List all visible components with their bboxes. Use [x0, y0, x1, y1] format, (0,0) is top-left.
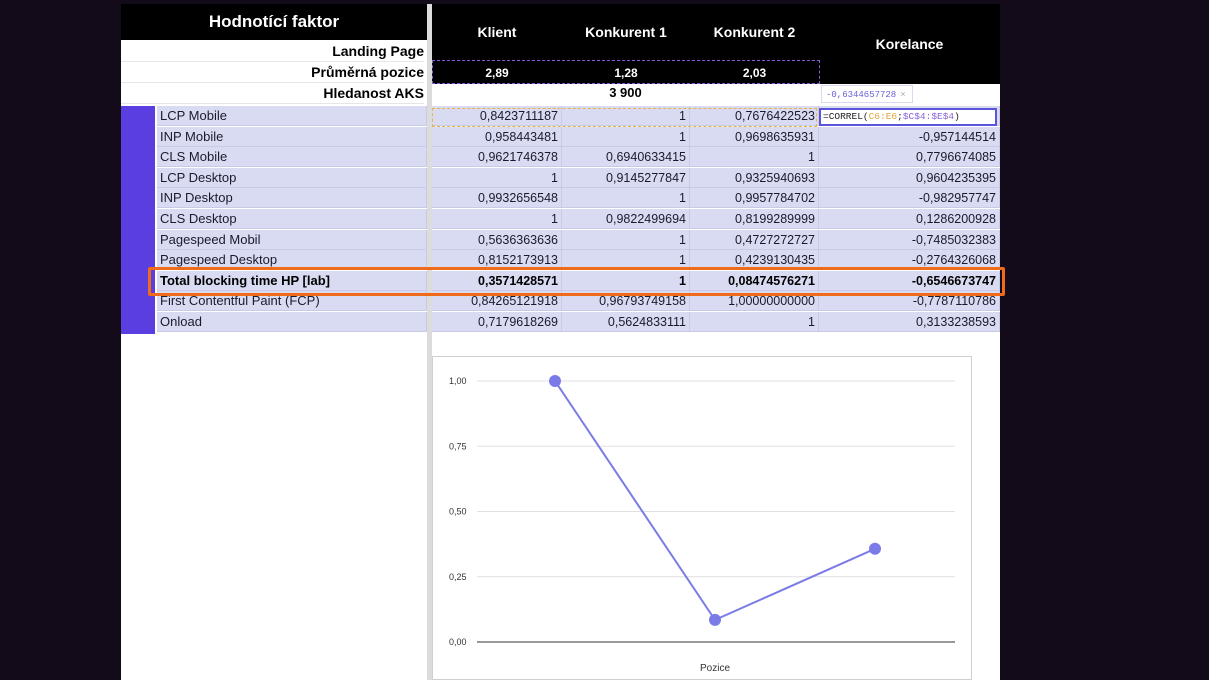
table-cell-korelance[interactable]: 0,9604235395	[819, 167, 1000, 188]
header-klient[interactable]: Klient	[432, 4, 562, 59]
table-cell-k2[interactable]: 0,4727272727	[690, 229, 819, 250]
copy-selection-outline	[432, 108, 817, 127]
table-cell-klient[interactable]: 0,9621746378	[432, 147, 562, 168]
table-cell-name[interactable]: LCP Desktop	[157, 167, 427, 188]
table-cell-korelance[interactable]: 0,7796674085	[819, 147, 1000, 168]
avg-position-k2[interactable]: 2,03	[690, 66, 819, 80]
close-icon[interactable]: ×	[900, 90, 905, 100]
table-cell-klient[interactable]: 1	[432, 209, 562, 229]
table-cell-k2[interactable]: 0,9698635931	[690, 126, 819, 147]
table-row: LCP Desktop 1 0,9145277847 0,9325940693 0,96…	[157, 167, 1000, 188]
avg-position-label[interactable]: Průměrná pozice	[121, 62, 424, 83]
table-cell-name[interactable]: Pagespeed Mobil	[157, 229, 427, 250]
table-cell-k1[interactable]: 0,9145277847	[562, 167, 690, 188]
table-row: CLS Desktop 1 0,9822499694 0,8199289999 0,12…	[157, 209, 1000, 229]
spreadsheet: Hodnotící faktor Klient Konkurent 1 Konk…	[121, 4, 1000, 680]
value-tooltip: -0,6344657728 ×	[821, 85, 913, 103]
highlight-box	[148, 267, 1005, 296]
table-cell-klient[interactable]: 0,9932656548	[432, 188, 562, 209]
tooltip-value: -0,6344657728	[826, 90, 897, 100]
table-cell-k1[interactable]: 1	[562, 126, 690, 147]
table-cell-korelance[interactable]: -0,7485032383	[819, 229, 1000, 250]
y-tick-label: 0,75	[449, 441, 467, 451]
table-cell-name[interactable]: Onload	[157, 312, 427, 332]
table-cell-k1[interactable]: 1	[562, 229, 690, 250]
table-row: Onload 0,7179618269 0,5624833111 1 0,3133238…	[157, 312, 1000, 332]
table-cell-k2[interactable]: 0,8199289999	[690, 209, 819, 229]
table-cell-korelance[interactable]: 0,1286200928	[819, 209, 1000, 229]
header-konkurent-2[interactable]: Konkurent 2	[690, 4, 819, 59]
y-tick-label: 0,00	[449, 637, 467, 647]
formula-range-2: $C$4:$E$4	[902, 111, 955, 122]
y-tick-label: 0,25	[449, 572, 467, 582]
line-chart[interactable]: 1,00 0,75 0,50 0,25 0,00 Pozice	[432, 356, 972, 680]
table-cell-korelance[interactable]: 0,3133238593	[819, 312, 1000, 332]
table-cell-k2[interactable]: 1	[690, 312, 819, 332]
data-point[interactable]	[869, 542, 881, 555]
table-cell-k2[interactable]: 0,9325940693	[690, 167, 819, 188]
data-point[interactable]	[549, 375, 561, 387]
data-point[interactable]	[709, 613, 721, 626]
table-cell-klient[interactable]: 1	[432, 167, 562, 188]
table-cell-k1[interactable]: 0,5624833111	[562, 312, 690, 332]
formula-range-1: C6:E6	[868, 111, 898, 122]
landing-page-label[interactable]: Landing Page	[121, 41, 424, 62]
y-tick-label: 1,00	[449, 376, 467, 386]
table-cell-k1[interactable]: 0,9822499694	[562, 209, 690, 229]
table-cell-k1[interactable]: 1	[562, 188, 690, 209]
table-cell-klient[interactable]: 0,958443481	[432, 126, 562, 147]
table-cell-name[interactable]: LCP Mobile	[157, 106, 427, 126]
table-cell-k1[interactable]: 0,6940633415	[562, 147, 690, 168]
table-row: INP Desktop 0,9932656548 1 0,9957784702 -0,9…	[157, 188, 1000, 209]
header-korelance[interactable]: Korelance	[819, 4, 1000, 84]
chart-svg: 1,00 0,75 0,50 0,25 0,00 Pozice	[449, 375, 955, 674]
formula-cell-editor[interactable]: =CORREL(C6:E6;$C$4:$E$4)	[819, 108, 997, 126]
formula-prefix: =CORREL(	[823, 111, 869, 122]
table-cell-klient[interactable]: 0,5636363636	[432, 229, 562, 250]
table-cell-name[interactable]: CLS Mobile	[157, 147, 427, 168]
table-cell-name[interactable]: INP Desktop	[157, 188, 427, 209]
avg-position-klient[interactable]: 2,89	[432, 66, 562, 80]
table-cell-klient[interactable]: 0,7179618269	[432, 312, 562, 332]
formula-suffix: )	[954, 111, 960, 122]
search-volume-value[interactable]: 3 900	[432, 84, 819, 104]
row-group-marker	[121, 106, 155, 334]
table-cell-k2[interactable]: 0,9957784702	[690, 188, 819, 209]
table-cell-name[interactable]: CLS Desktop	[157, 209, 427, 229]
header-konkurent-1[interactable]: Konkurent 1	[562, 4, 690, 59]
y-tick-label: 0,50	[449, 507, 467, 517]
search-volume-label[interactable]: Hledanost AKS	[121, 83, 424, 104]
table-row: INP Mobile 0,958443481 1 0,9698635931 -0,957…	[157, 126, 1000, 147]
table-cell-korelance[interactable]: -0,957144514	[819, 126, 1000, 147]
table-cell-name[interactable]: INP Mobile	[157, 126, 427, 147]
table-row: Pagespeed Mobil 0,5636363636 1 0,4727272727…	[157, 229, 1000, 250]
table-cell-k2[interactable]: 1	[690, 147, 819, 168]
series-line	[554, 380, 876, 622]
x-axis-label: Pozice	[700, 663, 730, 674]
avg-position-k1[interactable]: 1,28	[562, 66, 690, 80]
table-row: CLS Mobile 0,9621746378 0,6940633415 1 0,779…	[157, 147, 1000, 168]
header-factor[interactable]: Hodnotící faktor	[121, 4, 427, 40]
table-cell-korelance[interactable]: -0,982957747	[819, 188, 1000, 209]
